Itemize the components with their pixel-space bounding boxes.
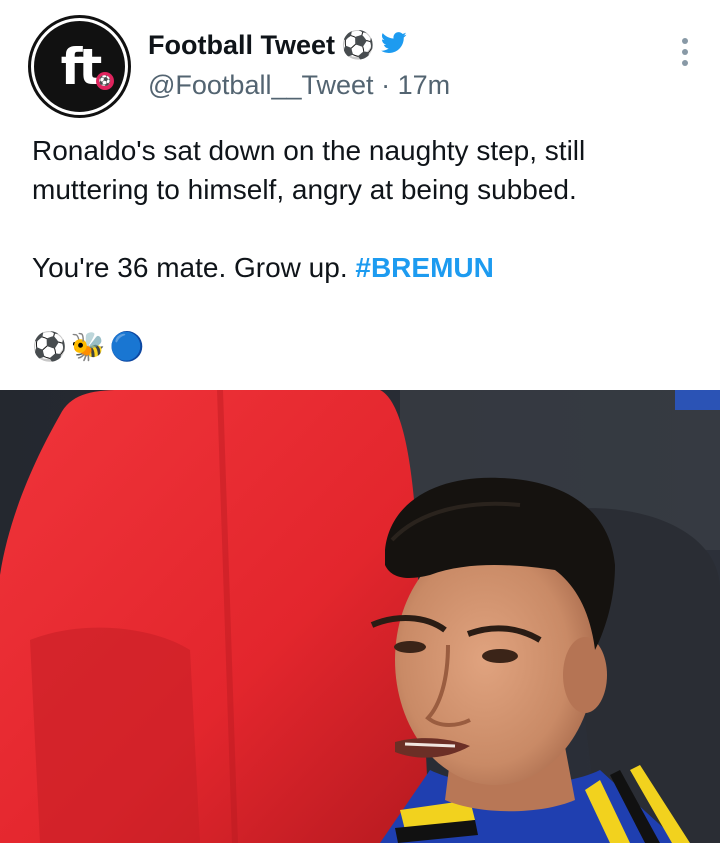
tweet-text: Ronaldo's sat down on the naughty step, … — [32, 131, 682, 287]
author-name[interactable]: Football Tweet — [148, 30, 335, 61]
tweet-photo[interactable] — [0, 390, 720, 843]
bee-emoji-icon: 🐝 — [70, 331, 106, 362]
photo-illustration — [0, 390, 720, 843]
hashtag-link[interactable]: #BREMUN — [355, 252, 493, 283]
separator-dot: · — [381, 70, 391, 100]
author-handle[interactable]: @Football__Tweet — [148, 70, 374, 100]
avatar-logo-text: ft — [60, 37, 103, 96]
blue-circle-emoji-icon: 🔵 — [109, 331, 145, 362]
tweet-line-1: Ronaldo's sat down on the naughty step, … — [32, 135, 586, 166]
more-options-icon[interactable] — [680, 38, 690, 66]
author-avatar[interactable]: ft ⚽ — [28, 15, 131, 118]
tweet-line-2: muttering to himself, angry at being sub… — [32, 174, 577, 205]
emoji-row: ⚽ 🐝 🔵 — [32, 330, 145, 363]
tweet-card[interactable]: ft ⚽ Football Tweet ⚽ @Football__Tweet ·… — [0, 0, 720, 843]
tweet-line-3-text: You're 36 mate. Grow up. — [32, 252, 356, 283]
author-name-row[interactable]: Football Tweet ⚽ — [148, 30, 407, 61]
tweet-time[interactable]: 17m — [398, 70, 451, 100]
twitter-bird-icon — [380, 32, 407, 59]
tweet-line-3: You're 36 mate. Grow up. #BREMUN — [32, 248, 682, 287]
soccer-ball-icon: ⚽ — [341, 30, 375, 60]
avatar-ball-icon: ⚽ — [96, 72, 114, 90]
soccer-ball-emoji-icon: ⚽ — [32, 331, 67, 362]
author-handle-row: @Football__Tweet · 17m — [148, 70, 450, 101]
